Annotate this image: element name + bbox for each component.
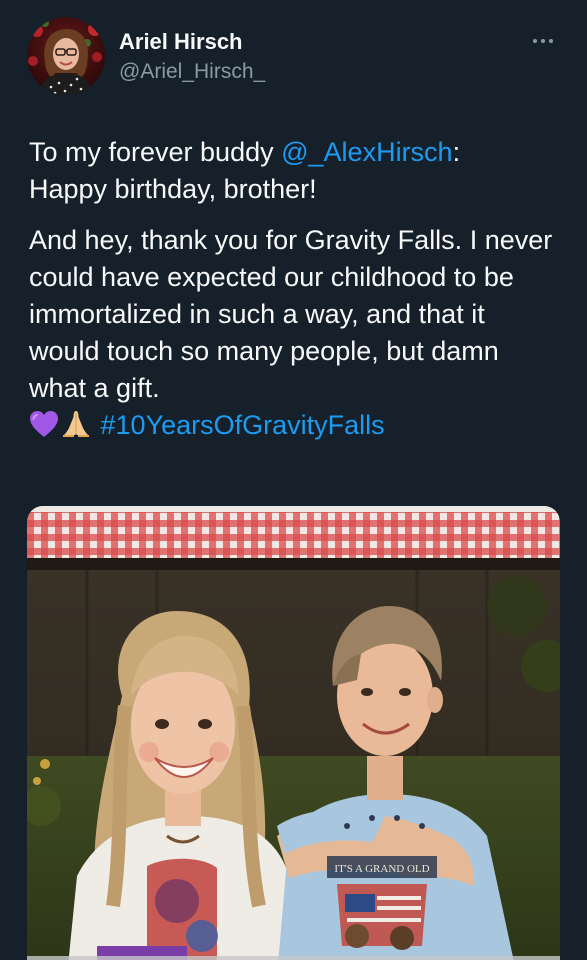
more-options-button[interactable] [528, 30, 558, 52]
mention-link[interactable]: @_AlexHirsch [281, 137, 452, 167]
tweet-text-intro: To my forever buddy [29, 137, 282, 167]
tweet-photo[interactable]: IT'S A GRAND OLD [27, 506, 560, 960]
tweet-text-colon: : [452, 137, 461, 167]
tweet-text-paragraph: And hey, thank you for Gravity Falls. I … [29, 225, 553, 403]
author-handle[interactable]: @Ariel_Hirsch_ [119, 60, 265, 84]
shirt-print-text: IT'S A GRAND OLD [334, 863, 429, 875]
more-horizontal-icon [533, 39, 553, 43]
tweet-text-birthday: Happy birthday, brother! [29, 174, 317, 204]
hashtag-link[interactable]: #10YearsOfGravityFalls [101, 410, 385, 440]
purple-heart-icon [29, 410, 59, 448]
author-avatar[interactable] [27, 17, 105, 95]
tweet-text: To my forever buddy @_AlexHirsch: Happy … [29, 134, 559, 448]
tweet: Ariel Hirsch @Ariel_Hirsch_ To my foreve… [0, 0, 587, 960]
folded-hands-icon [61, 408, 91, 448]
author-name[interactable]: Ariel Hirsch [119, 29, 243, 55]
